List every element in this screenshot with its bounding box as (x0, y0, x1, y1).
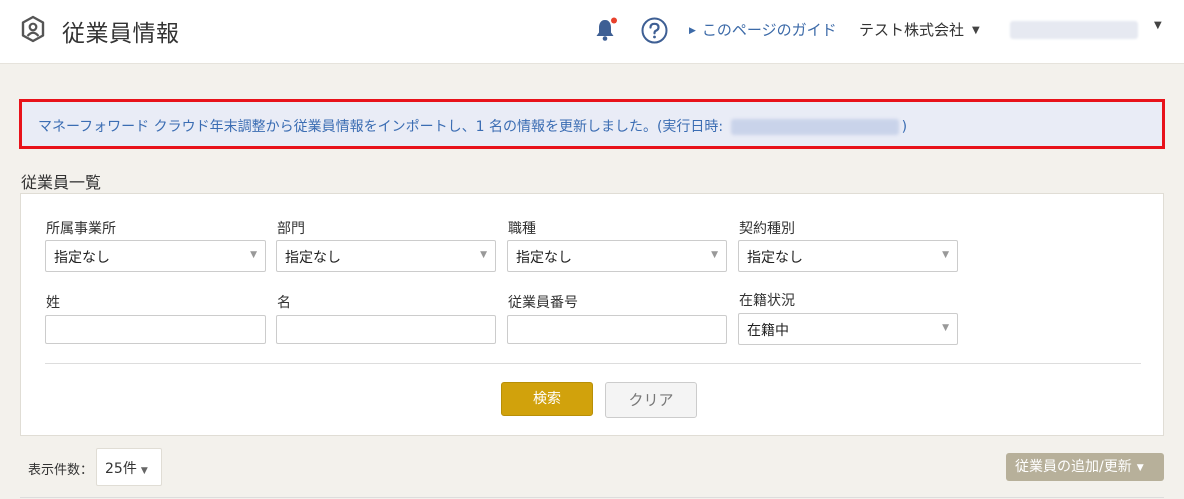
office-label: 所属事業所 (46, 221, 116, 237)
dropdown-arrow-icon: ▼ (480, 250, 487, 260)
import-notice: マネーフォワード クラウド年末調整から従業員情報をインポートし、1 名の情報を更… (19, 99, 1165, 149)
notice-text-main: マネーフォワード クラウド年末調整から従業員情報をインポートし、1 名の情報を更… (38, 119, 728, 135)
chevron-down-icon: ▼ (972, 25, 980, 36)
notice-text-end: ) (901, 119, 908, 135)
per-page-select[interactable]: 25件 ▼ (96, 448, 162, 486)
status-label: 在籍状況 (739, 293, 795, 309)
department-select-value: 指定なし (285, 250, 341, 266)
dropdown-arrow-icon: ▼ (942, 250, 949, 260)
employee-number-input[interactable] (507, 315, 727, 344)
notice-message: マネーフォワード クラウド年末調整から従業員情報をインポートし、1 名の情報を更… (38, 116, 907, 136)
employee-number-label: 従業員番号 (508, 295, 578, 311)
dropdown-arrow-icon: ▼ (711, 250, 718, 260)
clear-button[interactable]: クリア (605, 382, 697, 418)
contract-type-select[interactable]: 指定なし ▼ (738, 240, 958, 272)
divider (20, 497, 1164, 498)
filter-panel: 所属事業所 指定なし ▼ 部門 指定なし ▼ 職種 指定なし ▼ 契約種別 指定… (20, 193, 1164, 436)
section-title: 従業員一覧 (21, 173, 102, 192)
last-name-input[interactable] (45, 315, 266, 344)
triangle-right-icon: ▶ (689, 26, 696, 36)
office-select[interactable]: 指定なし ▼ (45, 240, 266, 272)
divider (45, 363, 1141, 364)
company-switcher[interactable]: テスト株式会社 ▼ (859, 19, 980, 40)
chevron-down-icon: ▼ (1136, 463, 1144, 473)
app-logo-icon (21, 15, 45, 43)
last-name-label: 姓 (46, 295, 60, 311)
contract-type-select-value: 指定なし (747, 250, 803, 266)
contract-type-label: 契約種別 (739, 221, 795, 237)
office-select-value: 指定なし (54, 250, 110, 266)
department-select[interactable]: 指定なし ▼ (276, 240, 496, 272)
department-label: 部門 (277, 221, 305, 237)
page-guide-link[interactable]: ▶ このページのガイド (689, 19, 837, 40)
page-guide-label: このページのガイド (701, 21, 837, 39)
per-page-value: 25件 (105, 461, 137, 477)
search-button[interactable]: 検索 (501, 382, 593, 416)
help-icon[interactable] (641, 17, 668, 44)
dropdown-arrow-icon: ▼ (942, 323, 949, 333)
first-name-input[interactable] (276, 315, 496, 344)
notice-date-redacted (730, 119, 899, 135)
user-name-redacted[interactable] (1010, 21, 1138, 39)
dropdown-arrow-icon: ▼ (140, 466, 148, 476)
user-menu-chevron-icon[interactable]: ▼ (1154, 20, 1162, 31)
dropdown-arrow-icon: ▼ (250, 250, 257, 260)
company-name: テスト株式会社 (859, 21, 965, 39)
job-type-select[interactable]: 指定なし ▼ (507, 240, 727, 272)
top-header: 従業員情報 ▶ このページのガイド テスト株式会社 ▼ ▼ (0, 0, 1184, 64)
status-select[interactable]: 在籍中 ▼ (738, 313, 958, 345)
add-update-label: 従業員の追加/更新 (1015, 459, 1132, 475)
per-page-label: 表示件数： (28, 463, 94, 478)
add-update-employee-button[interactable]: 従業員の追加/更新 ▼ (1006, 453, 1164, 481)
first-name-label: 名 (277, 295, 291, 311)
job-type-select-value: 指定なし (516, 250, 572, 266)
notification-bell-icon[interactable] (594, 16, 618, 42)
page-title: 従業員情報 (62, 21, 180, 47)
status-select-value: 在籍中 (747, 323, 789, 339)
job-type-label: 職種 (508, 221, 536, 237)
